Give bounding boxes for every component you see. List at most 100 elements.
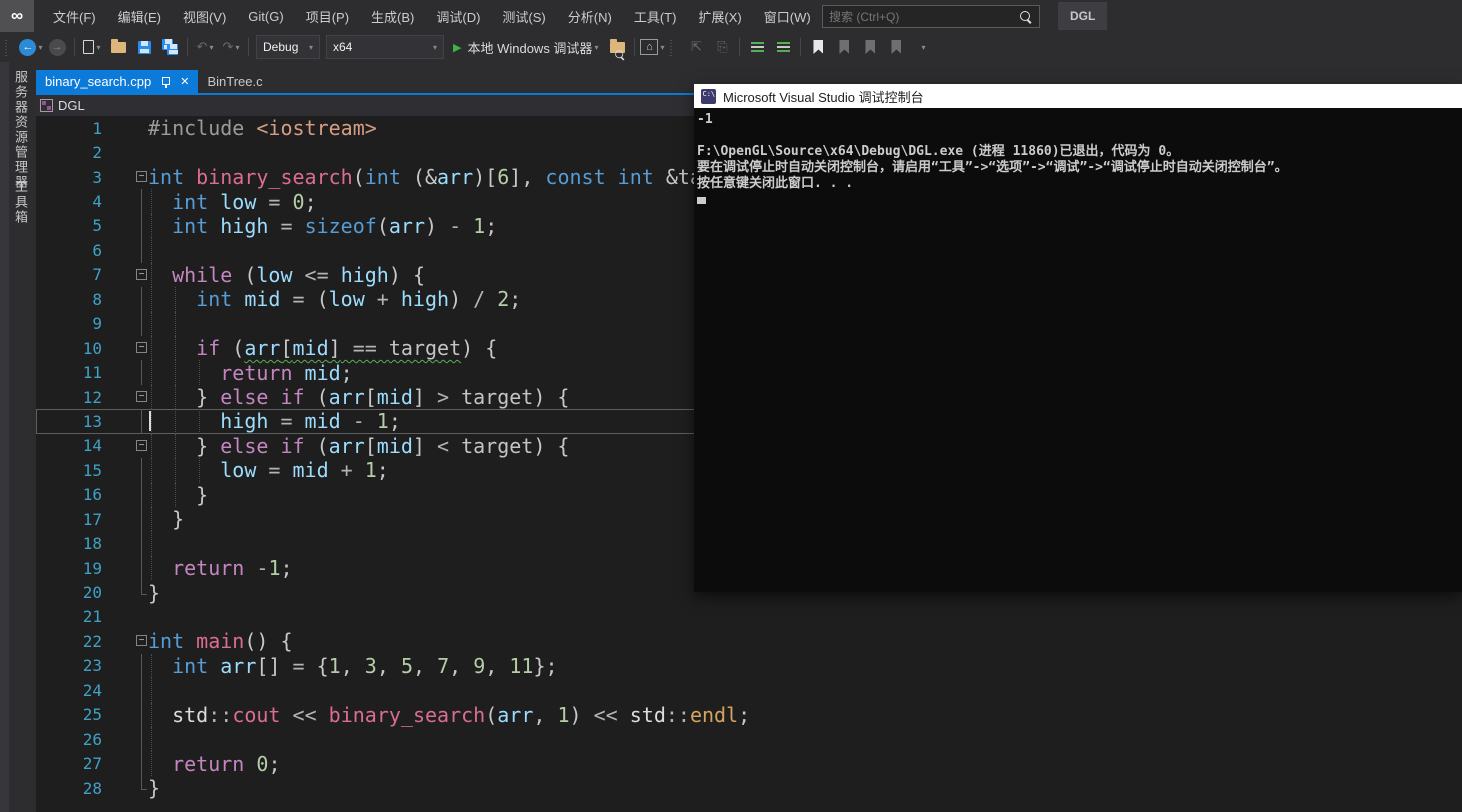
fold-margin[interactable] xyxy=(102,507,148,532)
search-input[interactable] xyxy=(823,9,1018,24)
line-number[interactable]: 19 xyxy=(36,559,102,578)
line-number[interactable]: 11 xyxy=(36,363,102,382)
menu-item-6[interactable]: 生成(B) xyxy=(360,0,425,32)
fold-margin[interactable] xyxy=(102,702,148,727)
code-line-21[interactable]: 21 xyxy=(36,605,1462,629)
menu-item-7[interactable]: 调试(D) xyxy=(425,0,491,32)
sidebar-item-server-explorer[interactable]: 服务器资源管理器 xyxy=(11,70,30,190)
menu-item-12[interactable]: 窗口(W) xyxy=(753,0,822,32)
menu-item-10[interactable]: 工具(T) xyxy=(623,0,688,32)
fold-margin[interactable] xyxy=(102,458,148,483)
next-bookmark-button[interactable] xyxy=(858,35,882,59)
toolbar-overflow-button[interactable]: ▾ xyxy=(910,35,934,59)
menu-item-4[interactable]: Git(G) xyxy=(237,0,294,32)
fold-margin[interactable] xyxy=(102,605,148,629)
save-button[interactable] xyxy=(132,35,156,59)
save-all-button[interactable] xyxy=(158,35,182,59)
line-number[interactable]: 13 xyxy=(36,412,102,431)
code-line-25[interactable]: 25 std::cout << binary_search(arr, 1) <<… xyxy=(36,702,1462,727)
fold-margin[interactable]: − xyxy=(102,336,148,360)
line-number[interactable]: 26 xyxy=(36,730,102,749)
fold-margin[interactable]: − xyxy=(102,434,148,458)
line-number[interactable]: 14 xyxy=(36,436,102,455)
fold-collapse-icon[interactable]: − xyxy=(136,635,147,647)
line-number[interactable]: 23 xyxy=(36,656,102,675)
fold-collapse-icon[interactable]: − xyxy=(136,342,147,354)
fold-margin[interactable] xyxy=(102,678,148,703)
account-badge[interactable]: DGL xyxy=(1058,2,1108,30)
line-number[interactable]: 25 xyxy=(36,705,102,724)
redo-button[interactable]: ↷ ▾ xyxy=(219,35,243,59)
menu-item-2[interactable]: 编辑(E) xyxy=(107,0,172,32)
fold-margin[interactable]: − xyxy=(102,165,148,189)
fold-margin[interactable] xyxy=(102,311,148,336)
menu-item-8[interactable]: 测试(S) xyxy=(491,0,556,32)
menu-item-1[interactable]: 文件(F) xyxy=(42,0,107,32)
fold-margin[interactable]: − xyxy=(102,263,148,287)
search-icon[interactable] xyxy=(1018,9,1034,25)
fold-margin[interactable]: − xyxy=(102,385,148,409)
quick-search-box[interactable] xyxy=(822,5,1040,28)
code-line-27[interactable]: 27 return 0; xyxy=(36,751,1462,776)
fold-margin[interactable] xyxy=(102,238,148,263)
solution-explorer-home-button[interactable]: ⌂ ▾ xyxy=(640,35,664,59)
code-line-24[interactable]: 24 xyxy=(36,678,1462,703)
clear-bookmarks-button[interactable] xyxy=(884,35,908,59)
line-number[interactable]: 15 xyxy=(36,461,102,480)
line-number[interactable]: 2 xyxy=(36,143,102,162)
fold-margin[interactable] xyxy=(102,775,148,800)
fold-margin[interactable] xyxy=(102,213,148,239)
fold-margin[interactable] xyxy=(102,287,148,312)
new-file-button[interactable]: ▾ xyxy=(80,35,104,59)
fold-margin[interactable] xyxy=(102,580,148,604)
line-number[interactable]: 10 xyxy=(36,339,102,358)
tab-BinTree.c[interactable]: BinTree.c xyxy=(198,70,271,93)
line-number[interactable]: 4 xyxy=(36,192,102,211)
line-number[interactable]: 17 xyxy=(36,510,102,529)
toolbar-grip[interactable] xyxy=(670,38,681,56)
fold-collapse-icon[interactable]: − xyxy=(136,439,147,451)
fold-margin[interactable]: − xyxy=(102,629,148,653)
line-number[interactable]: 7 xyxy=(36,265,102,284)
line-number[interactable]: 21 xyxy=(36,607,102,626)
find-in-files-button[interactable] xyxy=(605,35,629,59)
start-debugging-button[interactable]: ▶ 本地 Windows 调试器 ▾ xyxy=(447,35,604,59)
fold-margin[interactable] xyxy=(102,555,148,581)
line-number[interactable]: 16 xyxy=(36,485,102,504)
undo-button[interactable]: ↶ ▾ xyxy=(193,35,217,59)
line-number[interactable]: 5 xyxy=(36,216,102,235)
fold-margin[interactable] xyxy=(102,726,148,752)
navigate-back-button[interactable]: ← ▾ xyxy=(19,35,43,59)
fold-collapse-icon[interactable]: − xyxy=(136,391,147,403)
compare-files-button[interactable]: ⎘ xyxy=(710,35,734,59)
menu-item-3[interactable]: 视图(V) xyxy=(172,0,237,32)
line-number-button[interactable] xyxy=(771,35,795,59)
indent-button[interactable] xyxy=(745,35,769,59)
fold-margin[interactable] xyxy=(102,482,148,507)
sync-with-active-document-button[interactable]: ⇱ xyxy=(684,35,708,59)
menu-item-11[interactable]: 扩展(X) xyxy=(687,0,752,32)
line-number[interactable]: 27 xyxy=(36,754,102,773)
line-number[interactable]: 3 xyxy=(36,168,102,187)
console-title-bar[interactable]: Microsoft Visual Studio 调试控制台 xyxy=(694,84,1462,108)
breadcrumb[interactable]: DGL xyxy=(58,98,85,113)
line-number[interactable]: 28 xyxy=(36,779,102,798)
line-number[interactable]: 6 xyxy=(36,241,102,260)
toolbar-grip[interactable] xyxy=(5,38,15,56)
open-file-button[interactable] xyxy=(106,35,130,59)
fold-collapse-icon[interactable]: − xyxy=(136,268,147,280)
tab-binary_search.cpp[interactable]: binary_search.cpp ✕ xyxy=(36,70,199,93)
line-number[interactable]: 9 xyxy=(36,314,102,333)
previous-bookmark-button[interactable] xyxy=(832,35,856,59)
fold-margin[interactable] xyxy=(102,531,148,556)
fold-margin[interactable] xyxy=(102,189,148,214)
line-number[interactable]: 24 xyxy=(36,681,102,700)
toggle-bookmark-button[interactable] xyxy=(806,35,830,59)
line-number[interactable]: 12 xyxy=(36,388,102,407)
fold-margin[interactable] xyxy=(102,116,148,140)
sidebar-item-toolbox[interactable]: 工具箱 xyxy=(11,180,30,225)
solution-configuration-dropdown[interactable]: Debug ▾ xyxy=(256,35,320,59)
menu-item-9[interactable]: 分析(N) xyxy=(557,0,623,32)
fold-margin[interactable] xyxy=(102,409,148,434)
code-line-22[interactable]: 22 − int main() { xyxy=(36,629,1462,653)
